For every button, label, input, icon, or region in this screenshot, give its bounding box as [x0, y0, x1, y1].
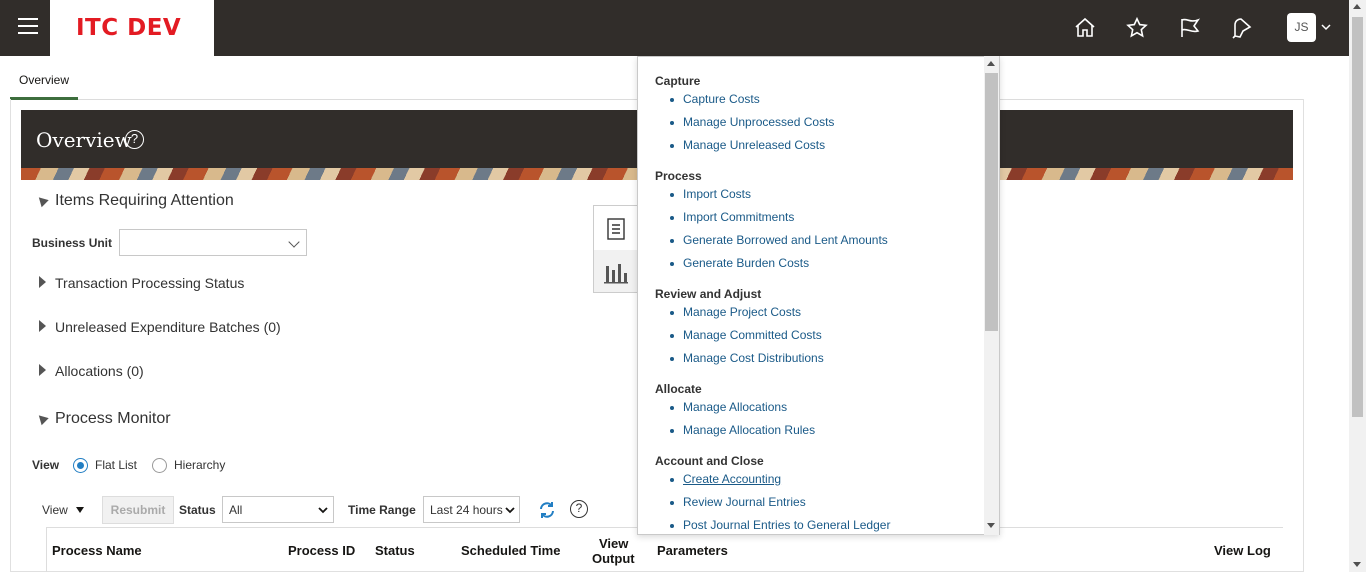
- task-link[interactable]: Manage Project Costs: [669, 305, 801, 319]
- scrollbar-thumb[interactable]: [1352, 17, 1363, 417]
- section-title: Process Monitor: [55, 410, 171, 427]
- section-title: Allocations (0): [55, 363, 144, 379]
- allocations-header[interactable]: Allocations (0): [39, 363, 144, 379]
- time-range-select[interactable]: Last 24 hours: [423, 496, 520, 523]
- expand-icon: [39, 276, 46, 288]
- expand-icon: [39, 364, 46, 376]
- flat-list-label: Flat List: [95, 458, 138, 472]
- notifications-icon[interactable]: [1230, 16, 1254, 40]
- chevron-down-icon: [318, 507, 328, 514]
- hierarchy-radio[interactable]: [152, 458, 167, 473]
- avatar[interactable]: JS: [1287, 13, 1316, 42]
- menu-icon[interactable]: [16, 18, 40, 38]
- time-range-value: Last 24 hours: [430, 503, 503, 517]
- column-status[interactable]: Status: [375, 543, 415, 558]
- task-link[interactable]: Manage Committed Costs: [670, 328, 822, 342]
- hierarchy-label: Hierarchy: [174, 458, 226, 472]
- tab-overview[interactable]: Overview: [10, 73, 79, 100]
- task-link[interactable]: Generate Burden Costs: [669, 256, 809, 270]
- scroll-up-icon[interactable]: [1353, 4, 1361, 9]
- section-title: Unreleased Expenditure Batches (0): [55, 319, 281, 335]
- task-link[interactable]: Post Journal Entries to General Ledger: [669, 518, 890, 532]
- scroll-down-icon[interactable]: [1353, 562, 1361, 567]
- view-menu-label: View: [42, 503, 68, 517]
- transaction-processing-status-header[interactable]: Transaction Processing Status: [39, 275, 244, 291]
- task-link[interactable]: Manage Allocation Rules: [669, 423, 815, 437]
- task-link[interactable]: Import Costs: [669, 187, 751, 201]
- chevron-down-icon[interactable]: [1320, 21, 1332, 33]
- task-link[interactable]: Manage Cost Distributions: [670, 351, 824, 365]
- collapse-icon: [35, 193, 49, 208]
- column-process-id[interactable]: Process ID: [288, 543, 355, 558]
- view-label: View: [32, 458, 60, 472]
- home-icon[interactable]: [1073, 16, 1097, 40]
- time-range-label: Time Range: [348, 503, 416, 517]
- column-process-name[interactable]: Process Name: [52, 543, 142, 558]
- column-parameters[interactable]: Parameters: [657, 543, 728, 558]
- flyout-scrollbar[interactable]: [984, 56, 999, 535]
- column-view-output-line2[interactable]: Output: [592, 551, 635, 566]
- status-select[interactable]: All: [222, 496, 334, 523]
- task-link[interactable]: Manage Allocations: [669, 400, 787, 414]
- group-title-capture: Capture: [655, 74, 701, 88]
- status-value: All: [229, 503, 243, 517]
- expand-icon: [39, 320, 46, 332]
- chevron-down-icon: [505, 507, 515, 514]
- global-header: ITC DEV JS: [0, 0, 1349, 56]
- status-label: Status: [179, 503, 216, 517]
- task-link[interactable]: Review Journal Entries: [670, 495, 806, 509]
- group-title-account-and-close: Account and Close: [655, 454, 764, 468]
- scroll-up-icon[interactable]: [987, 61, 995, 66]
- task-link[interactable]: Manage Unreleased Costs: [669, 138, 825, 152]
- analytics-tab[interactable]: [594, 250, 638, 294]
- group-title-allocate: Allocate: [655, 382, 702, 396]
- task-link[interactable]: Generate Borrowed and Lent Amounts: [670, 233, 888, 247]
- task-link[interactable]: Create Accounting: [669, 472, 781, 486]
- star-icon[interactable]: [1125, 16, 1149, 40]
- scroll-down-icon[interactable]: [987, 523, 995, 528]
- logo[interactable]: ITC DEV: [50, 0, 214, 56]
- task-link[interactable]: Import Commitments: [669, 210, 794, 224]
- flag-icon[interactable]: [1178, 16, 1202, 40]
- bar-chart-icon: [604, 264, 628, 284]
- business-unit-label: Business Unit: [32, 236, 113, 250]
- business-unit-select[interactable]: [119, 229, 307, 256]
- tasks-tab[interactable]: [594, 206, 638, 250]
- dropdown-arrow-icon: [76, 507, 85, 513]
- section-title: Items Requiring Attention: [55, 192, 234, 209]
- view-menu[interactable]: View: [42, 503, 85, 517]
- resubmit-button[interactable]: Resubmit: [102, 496, 174, 524]
- unreleased-expenditure-batches-header[interactable]: Unreleased Expenditure Batches (0): [39, 319, 281, 335]
- column-view-log[interactable]: View Log: [1214, 543, 1271, 558]
- process-monitor-header[interactable]: Process Monitor: [35, 410, 171, 428]
- group-title-process: Process: [655, 169, 702, 183]
- column-scheduled-time[interactable]: Scheduled Time: [461, 543, 560, 558]
- logo-text: ITC DEV: [76, 15, 182, 41]
- help-icon[interactable]: ?: [570, 500, 588, 518]
- flat-list-radio[interactable]: [73, 458, 88, 473]
- collapse-icon: [35, 411, 49, 426]
- tasks-icon: [607, 218, 625, 240]
- help-icon[interactable]: ?: [125, 130, 144, 149]
- group-title-review-and-adjust: Review and Adjust: [655, 287, 762, 301]
- column-view-output-line1[interactable]: View: [599, 536, 628, 551]
- section-title: Transaction Processing Status: [55, 275, 245, 291]
- side-panel-tabs: [593, 205, 638, 293]
- page-title: Overview: [36, 128, 132, 152]
- task-link[interactable]: Manage Unprocessed Costs: [669, 115, 834, 129]
- scrollbar-thumb[interactable]: [985, 73, 998, 331]
- page-scrollbar[interactable]: [1349, 0, 1366, 572]
- items-requiring-attention-header[interactable]: Items Requiring Attention: [35, 192, 234, 210]
- refresh-icon[interactable]: [538, 501, 556, 519]
- task-link[interactable]: Capture Costs: [670, 92, 760, 106]
- chevron-down-icon: [288, 236, 300, 248]
